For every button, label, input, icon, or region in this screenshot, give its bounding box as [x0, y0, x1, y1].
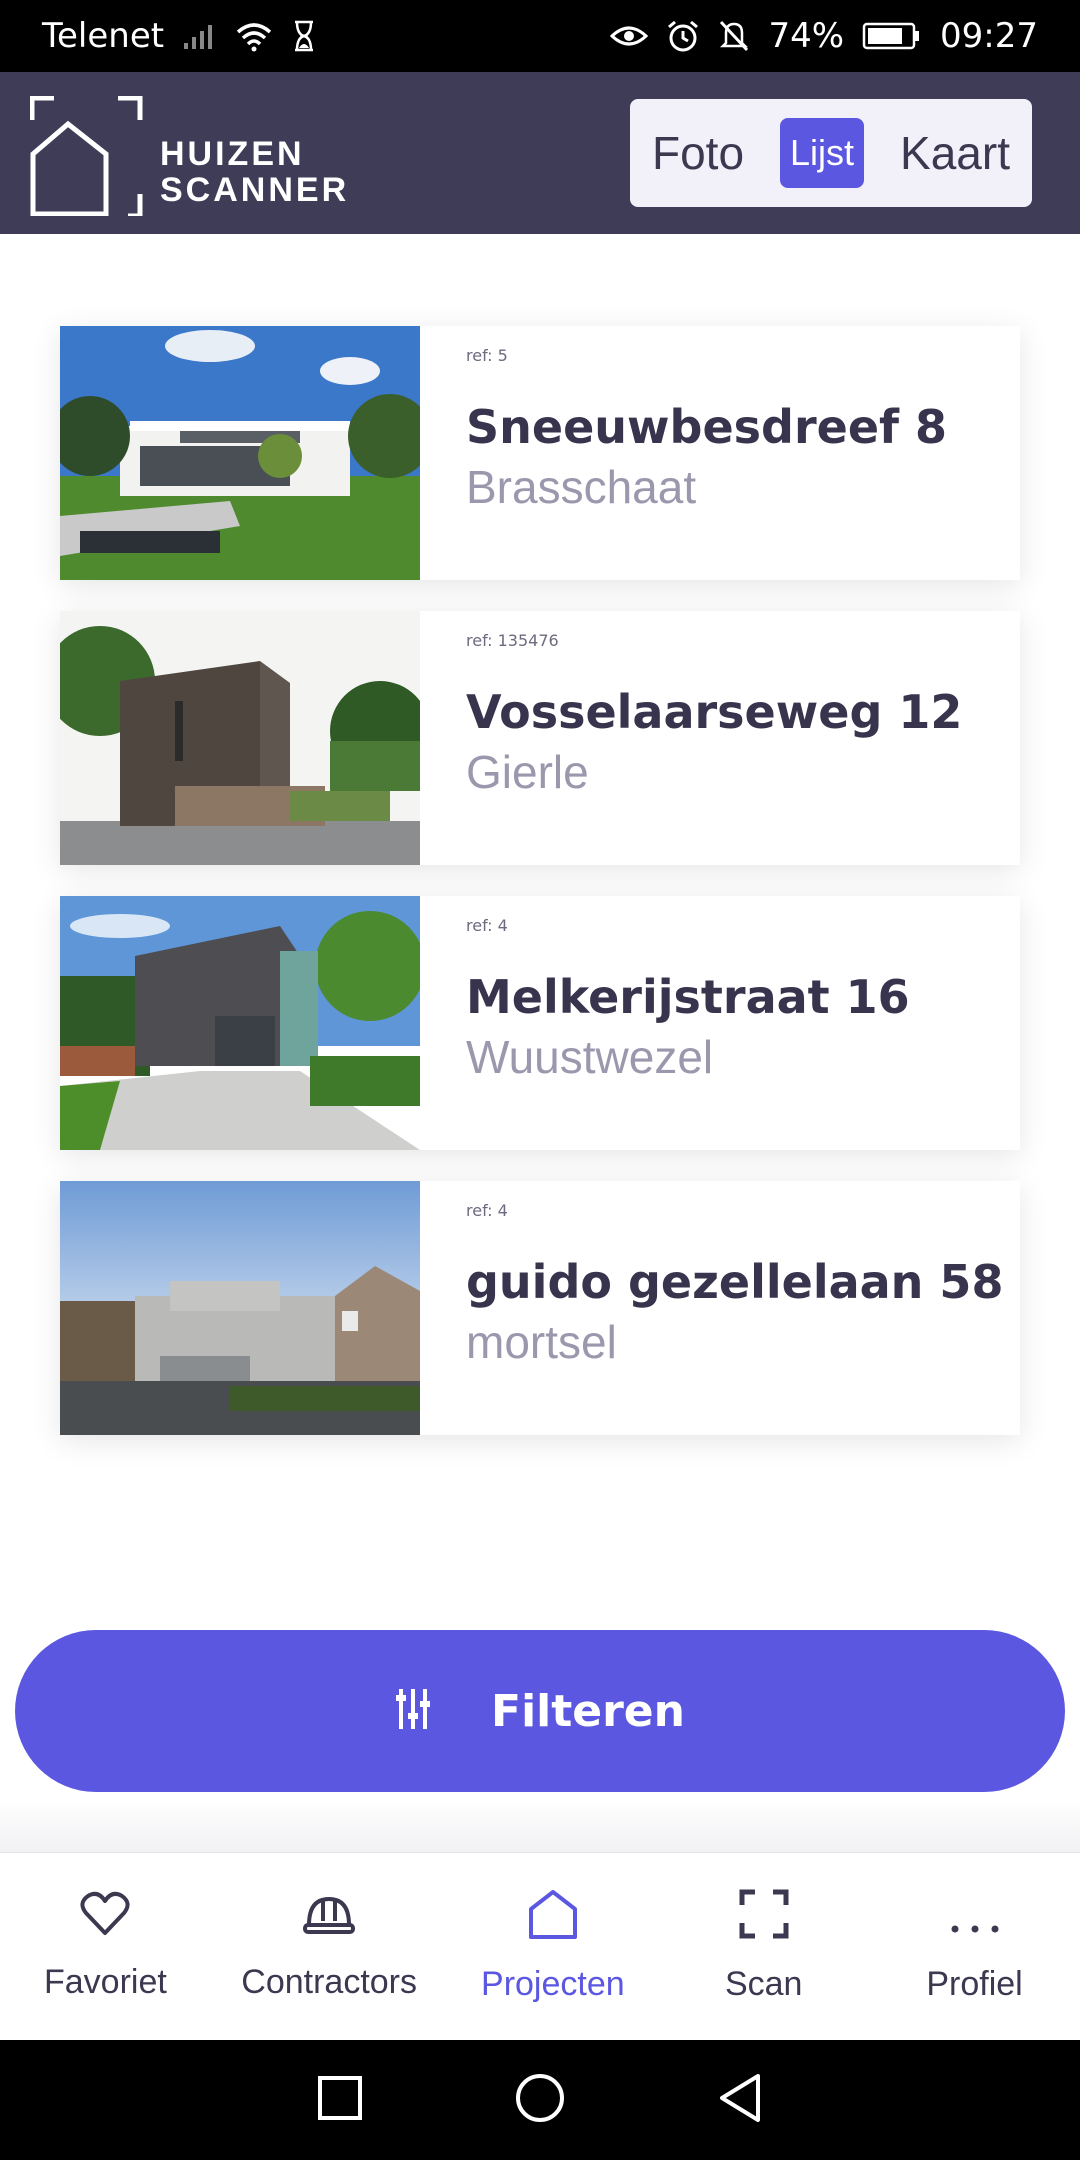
view-toggle: Foto Lijst Kaart — [630, 99, 1032, 207]
listing-card[interactable]: ref: 4 guido gezellelaan 58 mortsel — [60, 1181, 1020, 1435]
house-icon — [527, 1889, 579, 1943]
logo-line-1: HUIZEN — [160, 135, 305, 173]
listing-street: Sneeuwbesdreef 8 — [466, 400, 948, 454]
nav-label: Projecten — [481, 1965, 625, 2003]
listing-ref: ref: 135476 — [466, 631, 559, 650]
hourglass-icon — [292, 20, 316, 52]
tab-lijst[interactable]: Lijst — [780, 118, 865, 188]
hardhat-icon — [303, 1891, 356, 1941]
listing-card[interactable]: ref: 5 Sneeuwbesdreef 8 Brasschaat — [60, 326, 1020, 580]
carrier-name: Telenet — [42, 16, 165, 56]
sliders-icon — [395, 1687, 431, 1735]
logo-line-2: SCANNER — [160, 171, 350, 209]
bottom-nav: Favoriet Contractors Projecten Scan Prof… — [0, 1852, 1080, 2040]
listing-photo — [60, 896, 420, 1150]
nav-favoriet[interactable]: Favoriet — [30, 1891, 180, 2002]
nav-label: Scan — [724, 1965, 803, 2003]
tab-kaart[interactable]: Kaart — [900, 126, 1010, 180]
listing-city: Gierle — [466, 746, 589, 798]
nav-label: Contractors — [241, 1963, 417, 2001]
listing-city: Wuustwezel — [466, 1031, 714, 1083]
listing-ref: ref: 5 — [466, 346, 508, 365]
listing-card[interactable]: ref: 135476 Vosselaarseweg 12 Gierle — [60, 611, 1020, 865]
listing-photo — [60, 1181, 420, 1435]
app-header: HUIZEN SCANNER Foto Lijst Kaart — [0, 72, 1080, 234]
clock: 09:27 — [940, 16, 1038, 56]
filter-label: Filteren — [491, 1685, 685, 1737]
alarm-icon — [666, 19, 700, 53]
listing-ref: ref: 4 — [466, 1201, 508, 1220]
battery-percent: 74% — [768, 16, 845, 56]
nav-contractors[interactable]: Contractors — [241, 1891, 417, 2002]
nav-profiel[interactable]: Profiel — [900, 1889, 1050, 2004]
home-icon[interactable] — [514, 2072, 566, 2128]
nav-scan[interactable]: Scan — [689, 1889, 839, 2004]
status-bar: Telenet 74% 09:27 — [0, 0, 1080, 72]
huizenscanner-logo: HUIZEN SCANNER — [30, 96, 360, 216]
divider — [0, 1800, 1080, 1852]
wifi-icon — [234, 20, 274, 52]
listing-list: ref: 5 Sneeuwbesdreef 8 Brasschaat ref: … — [0, 234, 1080, 1852]
listing-card[interactable]: ref: 4 Melkerijstraat 16 Wuustwezel — [60, 896, 1020, 1150]
listing-photo — [60, 611, 420, 865]
battery-icon — [862, 21, 922, 51]
system-nav-bar — [0, 2040, 1080, 2160]
listing-street: Melkerijstraat 16 — [466, 970, 910, 1024]
back-icon[interactable] — [716, 2072, 764, 2128]
nav-projecten[interactable]: Projecten — [478, 1889, 628, 2004]
nav-label: Profiel — [926, 1965, 1023, 2003]
heart-icon — [80, 1891, 130, 1941]
nav-label: Favoriet — [44, 1963, 167, 2001]
listing-photo — [60, 326, 420, 580]
bell-off-icon — [718, 19, 750, 53]
signal-icon — [182, 21, 216, 51]
listing-ref: ref: 4 — [466, 916, 508, 935]
listing-street: Vosselaarseweg 12 — [466, 685, 963, 739]
listing-city: Brasschaat — [466, 461, 697, 513]
more-dots-icon — [949, 1889, 1001, 1943]
tab-foto[interactable]: Foto — [652, 126, 744, 180]
eye-icon — [610, 22, 649, 50]
filter-button[interactable]: Filteren — [15, 1630, 1065, 1792]
listing-street: guido gezellelaan 58 — [466, 1255, 1004, 1309]
recents-icon[interactable] — [316, 2074, 364, 2126]
listing-city: mortsel — [466, 1316, 617, 1368]
scan-frame-icon — [739, 1889, 789, 1943]
